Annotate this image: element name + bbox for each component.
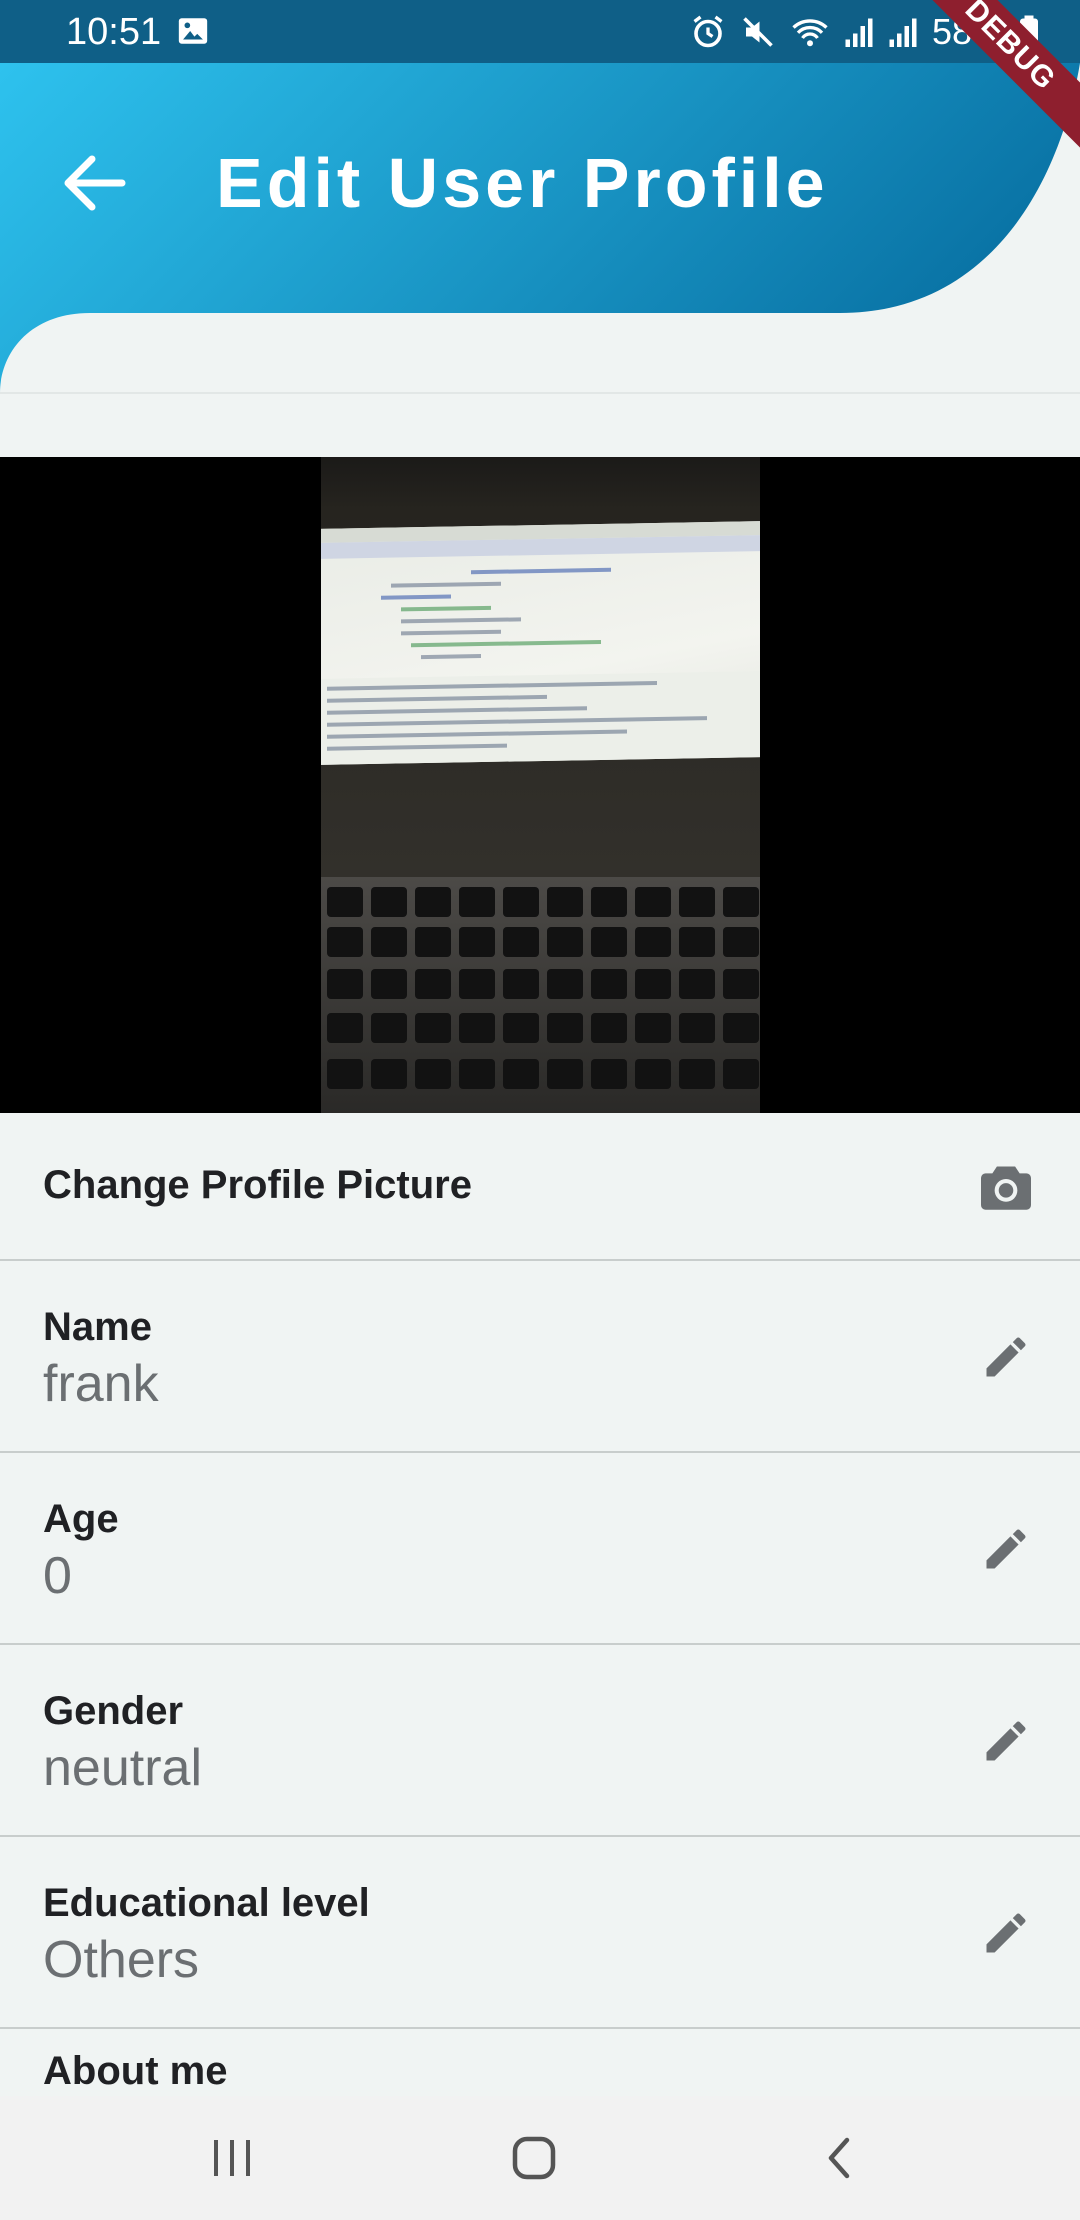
signal-icon — [888, 14, 918, 50]
educational-level-value: Others — [43, 1931, 200, 1989]
change-profile-picture-row[interactable]: Change Profile Picture — [0, 1113, 1080, 1261]
home-button[interactable] — [494, 2120, 574, 2200]
nav-back-button[interactable] — [798, 2120, 878, 2200]
page-title: Edit User Profile — [216, 144, 829, 222]
educational-level-label: Educational level — [43, 1881, 370, 1925]
educational-level-row[interactable]: Educational level Others — [0, 1837, 1080, 2029]
name-value: frank — [43, 1355, 159, 1413]
arrow-left-icon — [62, 154, 126, 217]
pencil-icon[interactable] — [978, 1329, 1034, 1385]
header-divider — [0, 392, 1080, 394]
home-icon — [510, 2134, 558, 2187]
change-profile-picture-label: Change Profile Picture — [43, 1163, 472, 1207]
status-bar: 10:51 58% — [0, 0, 1080, 63]
gallery-icon — [176, 14, 210, 48]
app-header: Edit User Profile — [0, 63, 1080, 393]
photo-keyboard — [321, 877, 760, 1113]
profile-settings-list: Change Profile Picture Name frank Age 0 … — [0, 1113, 1080, 2177]
photo-monitor-screen — [321, 521, 760, 765]
recents-icon — [210, 2138, 254, 2183]
signal-icon — [844, 14, 874, 50]
name-row[interactable]: Name frank — [0, 1261, 1080, 1453]
alarm-icon — [690, 14, 726, 50]
pencil-icon[interactable] — [978, 1905, 1034, 1961]
camera-icon[interactable] — [978, 1159, 1034, 1215]
recents-button[interactable] — [192, 2120, 272, 2200]
gender-value: neutral — [43, 1739, 202, 1797]
gender-row[interactable]: Gender neutral — [0, 1645, 1080, 1837]
mute-icon — [740, 14, 776, 50]
profile-picture-area — [0, 457, 1080, 1113]
system-nav-bar — [0, 2096, 1080, 2220]
gender-label: Gender — [43, 1689, 184, 1733]
about-me-label: About me — [43, 2049, 228, 2093]
pencil-icon[interactable] — [978, 1521, 1034, 1577]
back-button[interactable] — [44, 135, 144, 235]
age-row[interactable]: Age 0 — [0, 1453, 1080, 1645]
age-label: Age — [43, 1497, 119, 1541]
profile-picture — [321, 457, 760, 1113]
wifi-icon — [790, 14, 830, 50]
name-label: Name — [43, 1305, 152, 1349]
age-value: 0 — [43, 1547, 72, 1605]
status-time: 10:51 — [66, 11, 162, 53]
back-icon — [823, 2134, 853, 2187]
pencil-icon[interactable] — [978, 1713, 1034, 1769]
